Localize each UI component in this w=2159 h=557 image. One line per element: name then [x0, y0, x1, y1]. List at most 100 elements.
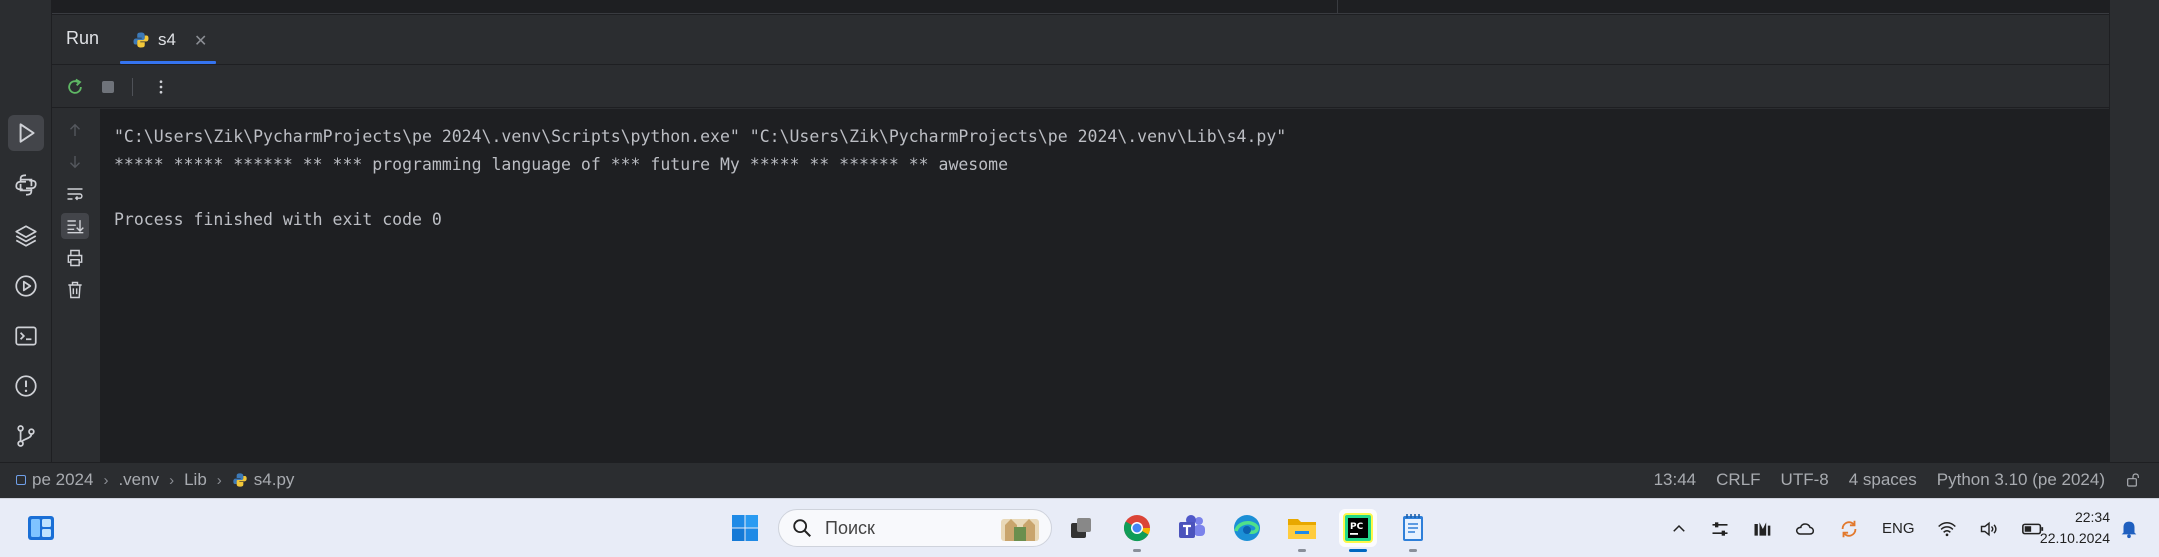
more-options-button[interactable] [148, 74, 174, 100]
console-output[interactable]: "C:\Users\Zik\PycharmProjects\pe 2024\.v… [100, 109, 2109, 462]
search-highlight-icon [1001, 519, 1039, 541]
onedrive-cloud-icon[interactable] [1794, 519, 1816, 539]
problems-icon [15, 375, 37, 397]
editor-area-remnant [52, 0, 2109, 14]
sliders-icon[interactable] [1710, 519, 1730, 539]
run-tool-window: Run s4 ✕ "C:\Users\Zik\PycharmProjects\p… [52, 15, 2109, 462]
taskbar-clock[interactable]: 22:34 22.10.2024 [2030, 507, 2110, 549]
terminal-icon [15, 326, 37, 346]
console-side-toolbar [52, 109, 100, 462]
widgets-icon [28, 516, 54, 540]
breadcrumb-project[interactable]: pe 2024 [32, 470, 93, 490]
stop-button[interactable] [95, 74, 121, 100]
taskbar-search[interactable]: Поиск [778, 509, 1052, 547]
chrome-icon [1123, 515, 1151, 542]
console-line: ***** ***** ****** ** *** programming la… [114, 154, 1009, 174]
breadcrumb-venv[interactable]: .venv [118, 470, 159, 490]
chevron-right-icon: › [103, 471, 109, 489]
meter-app-icon[interactable] [1752, 519, 1772, 539]
services-icon [15, 275, 37, 297]
project-icon [16, 475, 26, 485]
close-icon[interactable]: ✕ [194, 31, 207, 50]
python-file-icon [233, 473, 247, 487]
run-toolbar [52, 66, 2109, 108]
teams-icon [1179, 515, 1205, 538]
python-file-icon [133, 32, 149, 48]
svg-text:PC: PC [1350, 522, 1364, 532]
run-icon [19, 123, 35, 143]
notepad-taskbar-button[interactable] [1394, 509, 1432, 552]
widgets-button[interactable] [22, 509, 60, 547]
wifi-icon[interactable] [1937, 519, 1957, 539]
input-language[interactable]: ENG [1882, 520, 1915, 537]
search-placeholder: Поиск [825, 517, 875, 538]
terminal-tool-button[interactable] [8, 318, 44, 354]
arrow-up-icon [70, 123, 80, 136]
pycharm-icon: PC [1343, 513, 1373, 543]
folder-icon [1288, 519, 1316, 539]
clock-time: 22:34 [2074, 509, 2110, 525]
notification-bell-icon[interactable] [2118, 517, 2140, 539]
rerun-icon [68, 78, 82, 94]
soft-wrap-icon [67, 188, 83, 201]
soft-wrap-button[interactable] [61, 181, 89, 207]
task-view-icon [1071, 518, 1091, 538]
teams-taskbar-button[interactable] [1173, 509, 1211, 547]
services-tool-button[interactable] [8, 268, 44, 304]
breadcrumb-file[interactable]: s4.py [254, 470, 295, 490]
more-vertical-icon [159, 80, 163, 94]
windows-logo-icon [732, 515, 758, 541]
run-tool-button[interactable] [8, 115, 44, 151]
caret-position[interactable]: 13:44 [1654, 470, 1697, 490]
scroll-up-button[interactable] [61, 117, 89, 143]
chevron-right-icon: › [169, 471, 175, 489]
trash-icon [68, 281, 82, 299]
file-encoding[interactable]: UTF-8 [1781, 470, 1829, 490]
print-button[interactable] [61, 245, 89, 271]
show-hidden-icons-chevron-up-icon[interactable] [1670, 520, 1688, 538]
problems-tool-button[interactable] [8, 368, 44, 404]
system-tray: ENG [1670, 499, 2045, 557]
status-widgets: 13:44 CRLF UTF-8 4 spaces Python 3.10 (p… [1654, 470, 2141, 490]
chrome-taskbar-button[interactable] [1118, 509, 1156, 552]
rerun-button[interactable] [62, 74, 88, 100]
breadcrumb-lib[interactable]: Lib [184, 470, 207, 490]
left-tool-stripe [0, 0, 52, 462]
notepad-icon [1403, 514, 1423, 541]
task-view-button[interactable] [1062, 509, 1100, 547]
git-branch-icon [17, 425, 35, 447]
scroll-down-button[interactable] [61, 149, 89, 175]
layers-icon [15, 225, 37, 247]
pycharm-taskbar-button[interactable]: PC [1339, 509, 1377, 552]
read-only-lock-icon[interactable] [2125, 472, 2141, 488]
sync-icon[interactable] [1838, 518, 1860, 540]
python-interpreter[interactable]: Python 3.10 (pe 2024) [1937, 470, 2105, 490]
clear-all-button[interactable] [61, 277, 89, 303]
line-separator[interactable]: CRLF [1716, 470, 1760, 490]
start-button[interactable] [726, 509, 764, 547]
stop-icon [102, 81, 114, 93]
python-console-tool-button[interactable] [8, 167, 44, 203]
status-bar: pe 2024 › .venv › Lib › s4.py 13:44 CRLF… [0, 462, 2159, 498]
indent-setting[interactable]: 4 spaces [1849, 470, 1917, 490]
git-tool-button[interactable] [8, 418, 44, 454]
edge-taskbar-button[interactable] [1228, 509, 1266, 547]
volume-icon[interactable] [1979, 519, 1999, 539]
run-header: Run s4 ✕ [52, 15, 2109, 65]
tab-s4[interactable]: s4 ✕ [120, 15, 268, 65]
chevron-right-icon: › [216, 471, 222, 489]
scroll-to-end-button[interactable] [61, 213, 89, 239]
tab-label: s4 [158, 30, 176, 49]
file-explorer-taskbar-button[interactable] [1283, 509, 1321, 552]
breadcrumb: pe 2024 › .venv › Lib › s4.py [16, 470, 294, 490]
console-line: "C:\Users\Zik\PycharmProjects\pe 2024\.v… [114, 127, 1287, 146]
right-tool-stripe [2109, 0, 2159, 462]
run-panel-title: Run [66, 28, 100, 48]
active-tab-underline [120, 61, 216, 64]
clock-date: 22.10.2024 [2039, 530, 2110, 546]
scroll-to-end-icon [67, 220, 84, 234]
console-line: Process finished with exit code 0 [114, 209, 442, 229]
python-console-icon [15, 174, 37, 196]
python-packages-tool-button[interactable] [8, 218, 44, 254]
